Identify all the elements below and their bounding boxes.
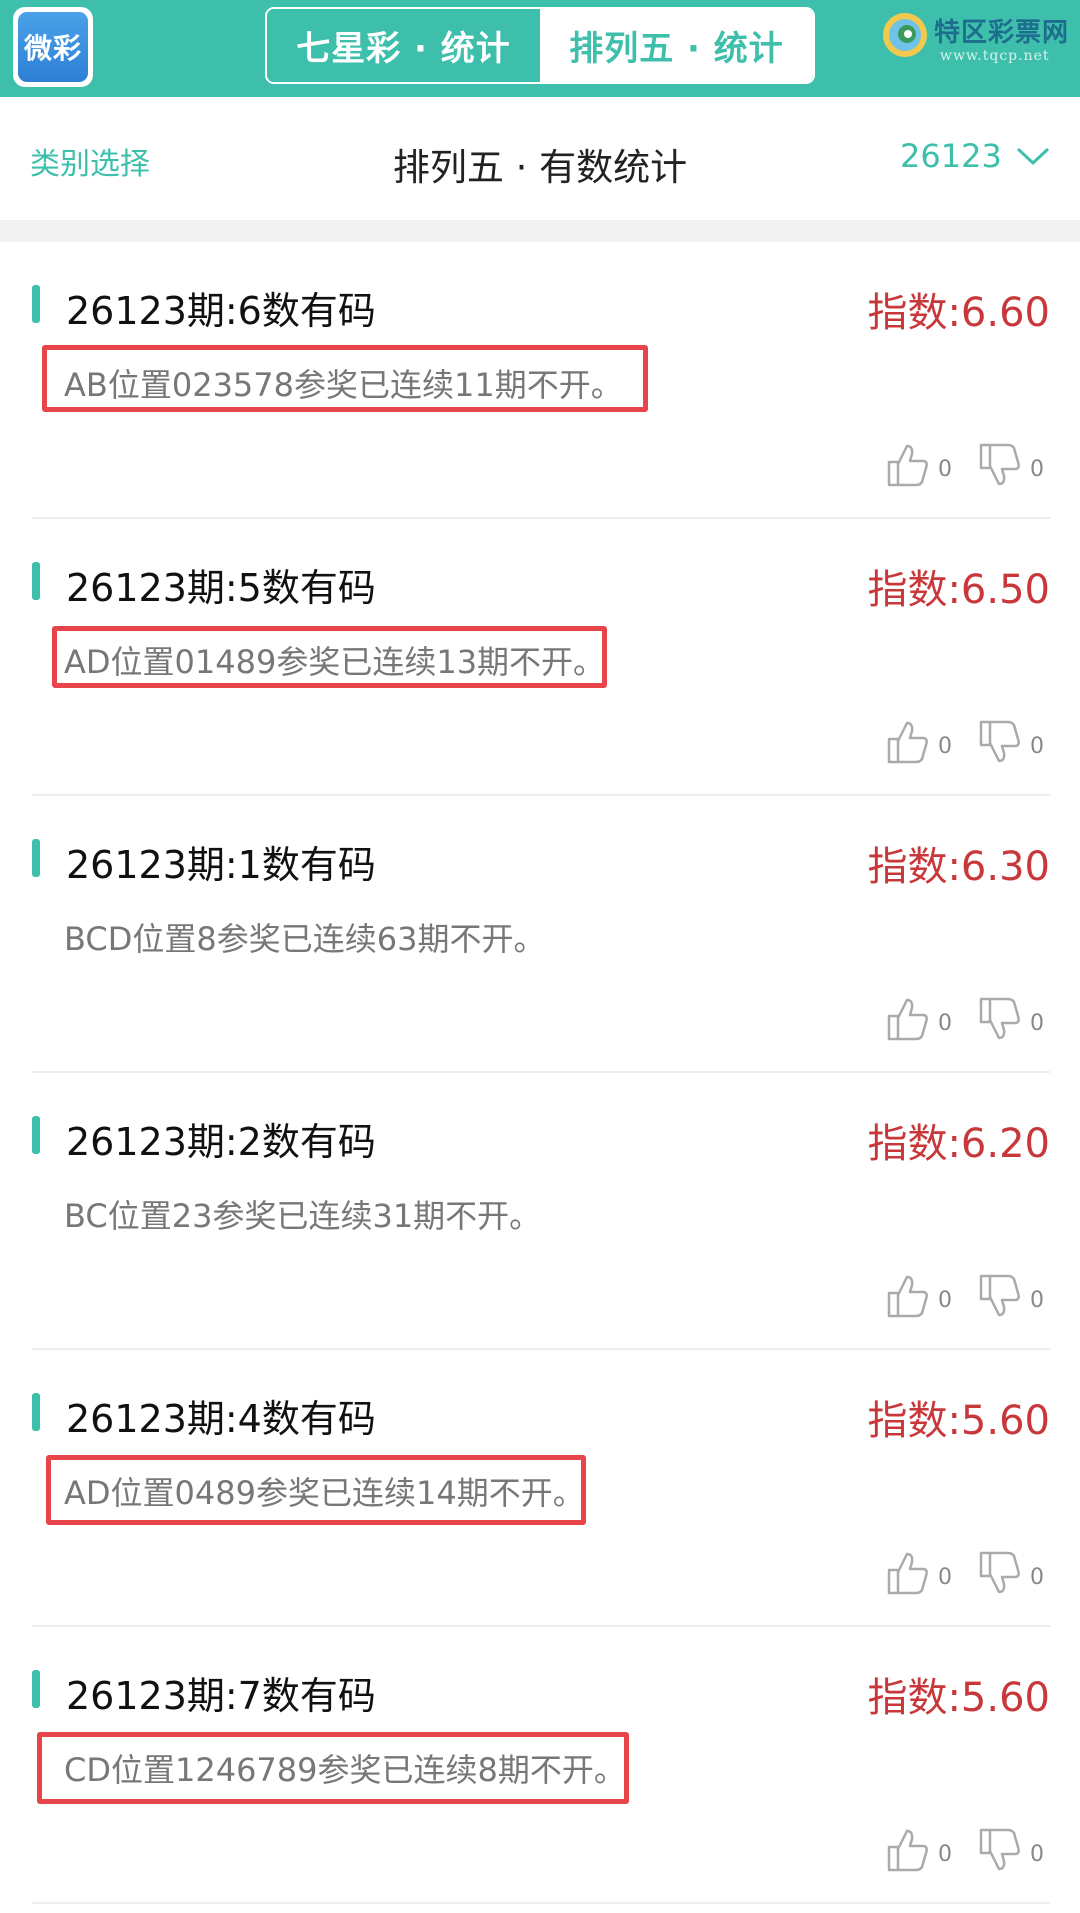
item-title: 26123期:6数有码: [66, 289, 376, 333]
accent-bar: [32, 1116, 40, 1154]
thumbs-up-icon: [887, 1829, 928, 1872]
item-description: CD位置1246789参奖已连续8期不开。: [64, 1751, 626, 1789]
list-item[interactable]: 26123期:1数有码 指数:6.30 BCD位置8参奖已连续63期不开。 0 …: [32, 796, 1050, 1073]
item-score: 指数:5.60: [867, 1675, 1050, 1721]
vote-bar: 0 0: [860, 1550, 1044, 1596]
app-logo[interactable]: 微彩: [13, 7, 93, 87]
list-item[interactable]: 26123期:6数有码 指数:6.60 AB位置023578参奖已连续11期不开…: [32, 242, 1050, 519]
vote-bar: 0 0: [860, 719, 1044, 765]
accent-bar: [32, 285, 40, 323]
dislike-button[interactable]: 0: [978, 996, 1044, 1042]
brand-name: 特区彩票网: [934, 18, 1070, 48]
item-score: 指数:6.30: [867, 844, 1050, 890]
top-bar: 微彩 七星彩 · 统计 排列五 · 统计 特区彩票网 www.tqcp.net: [0, 0, 1080, 97]
like-count: 0: [938, 1011, 952, 1036]
dislike-button[interactable]: 0: [978, 1827, 1044, 1873]
like-count: 0: [938, 1288, 952, 1313]
thumbs-up-icon: [887, 998, 928, 1041]
vote-bar: 0 0: [860, 1827, 1044, 1873]
item-description: AB位置023578参奖已连续11期不开。: [64, 366, 623, 404]
dislike-button[interactable]: 0: [978, 442, 1044, 488]
item-score: 指数:6.50: [867, 567, 1050, 613]
like-button[interactable]: 0: [886, 1273, 952, 1319]
brand-logo: 特区彩票网 www.tqcp.net: [880, 10, 1075, 70]
like-button[interactable]: 0: [886, 1827, 952, 1873]
thumbs-down-icon: [979, 1551, 1020, 1594]
app-logo-text: 微彩: [18, 12, 88, 82]
chevron-down-icon: [1016, 147, 1049, 166]
like-button[interactable]: 0: [886, 1550, 952, 1596]
item-title: 26123期:1数有码: [66, 843, 376, 887]
accent-bar: [32, 1393, 40, 1431]
item-title: 26123期:7数有码: [66, 1674, 376, 1718]
stats-list: 26123期:6数有码 指数:6.60 AB位置023578参奖已连续11期不开…: [0, 242, 1080, 1904]
like-count: 0: [938, 1842, 952, 1867]
dislike-count: 0: [1030, 1842, 1044, 1867]
issue-number: 26123: [900, 137, 1002, 175]
thumbs-down-icon: [979, 1274, 1020, 1317]
item-title: 26123期:4数有码: [66, 1397, 376, 1441]
list-item[interactable]: 26123期:2数有码 指数:6.20 BC位置23参奖已连续31期不开。 0 …: [32, 1073, 1050, 1350]
tab-qixingcai-stats[interactable]: 七星彩 · 统计: [267, 9, 540, 82]
item-score: 指数:5.60: [867, 1398, 1050, 1444]
dislike-button[interactable]: 0: [978, 719, 1044, 765]
item-score: 指数:6.60: [867, 290, 1050, 336]
item-title: 26123期:2数有码: [66, 1120, 376, 1164]
accent-bar: [32, 839, 40, 877]
tab-pailiewu-stats[interactable]: 排列五 · 统计: [540, 9, 813, 82]
thumbs-down-icon: [979, 720, 1020, 763]
like-count: 0: [938, 457, 952, 482]
like-button[interactable]: 0: [886, 996, 952, 1042]
dislike-count: 0: [1030, 734, 1044, 759]
dislike-count: 0: [1030, 1011, 1044, 1036]
thumbs-up-icon: [887, 1552, 928, 1595]
divider-band: [0, 220, 1080, 242]
brand-swirl-icon: [883, 13, 927, 57]
list-item[interactable]: 26123期:5数有码 指数:6.50 AD位置01489参奖已连续13期不开。…: [32, 519, 1050, 796]
sub-header: 类别选择 排列五 · 有数统计 26123: [0, 97, 1080, 220]
thumbs-down-icon: [979, 443, 1020, 486]
item-description: AD位置0489参奖已连续14期不开。: [64, 1474, 585, 1512]
list-item[interactable]: 26123期:7数有码 指数:5.60 CD位置1246789参奖已连续8期不开…: [32, 1627, 1050, 1904]
dislike-button[interactable]: 0: [978, 1273, 1044, 1319]
item-description: BCD位置8参奖已连续63期不开。: [64, 920, 546, 958]
like-count: 0: [938, 1565, 952, 1590]
like-button[interactable]: 0: [886, 719, 952, 765]
vote-bar: 0 0: [860, 1273, 1044, 1319]
vote-bar: 0 0: [860, 996, 1044, 1042]
thumbs-up-icon: [887, 721, 928, 764]
item-description: BC位置23参奖已连续31期不开。: [64, 1197, 542, 1235]
dislike-count: 0: [1030, 1565, 1044, 1590]
thumbs-up-icon: [887, 444, 928, 487]
lottery-type-switch: 七星彩 · 统计 排列五 · 统计: [265, 7, 815, 84]
like-button[interactable]: 0: [886, 442, 952, 488]
like-count: 0: [938, 734, 952, 759]
dislike-count: 0: [1030, 457, 1044, 482]
item-title: 26123期:5数有码: [66, 566, 376, 610]
accent-bar: [32, 1670, 40, 1708]
dislike-count: 0: [1030, 1288, 1044, 1313]
list-item[interactable]: 26123期:4数有码 指数:5.60 AD位置0489参奖已连续14期不开。 …: [32, 1350, 1050, 1627]
item-description: AD位置01489参奖已连续13期不开。: [64, 643, 606, 681]
thumbs-down-icon: [979, 1828, 1020, 1871]
item-score: 指数:6.20: [867, 1121, 1050, 1167]
accent-bar: [32, 562, 40, 600]
thumbs-down-icon: [979, 997, 1020, 1040]
dislike-button[interactable]: 0: [978, 1550, 1044, 1596]
brand-url: www.tqcp.net: [940, 48, 1050, 64]
vote-bar: 0 0: [860, 442, 1044, 488]
thumbs-up-icon: [887, 1275, 928, 1318]
issue-select-dropdown[interactable]: 26123: [900, 137, 1050, 175]
